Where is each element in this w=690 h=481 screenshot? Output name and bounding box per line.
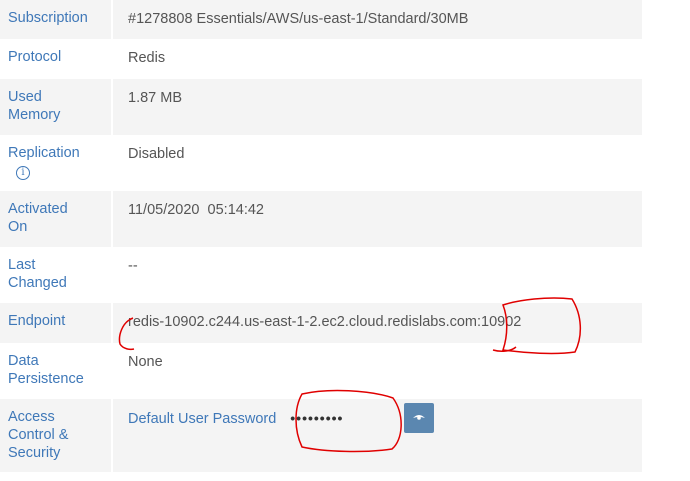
eye-icon	[413, 415, 425, 420]
row-access-control: Access Control & Security Default User P…	[0, 399, 642, 472]
database-details-table: Subscription #1278808 Essentials/AWS/us-…	[0, 0, 642, 472]
subscription-label: Subscription	[0, 0, 113, 39]
last-changed-label: Last Changed	[0, 247, 113, 303]
replication-value: Disabled	[113, 135, 642, 191]
used-memory-label: Used Memory	[0, 79, 113, 135]
row-activated-on: Activated On 11/05/2020 05:14:42	[0, 191, 642, 247]
activated-on-label: Activated On	[0, 191, 113, 247]
protocol-label: Protocol	[0, 39, 113, 79]
default-user-password-label: Default User Password	[128, 411, 277, 427]
row-last-changed: Last Changed --	[0, 247, 642, 303]
endpoint-label: Endpoint	[0, 303, 113, 343]
last-changed-value: --	[113, 247, 642, 303]
replication-label: Replication	[8, 145, 80, 161]
subscription-value: #1278808 Essentials/AWS/us-east-1/Standa…	[113, 0, 642, 39]
data-persistence-value: None	[113, 343, 642, 399]
used-memory-value: 1.87 MB	[113, 79, 642, 135]
access-control-value: Default User Password •••••••••	[113, 399, 642, 472]
password-masked-value: •••••••••	[290, 410, 344, 426]
data-persistence-label: Data Persistence	[0, 343, 113, 399]
endpoint-value: redis-10902.c244.us-east-1-2.ec2.cloud.r…	[113, 303, 642, 343]
protocol-value: Redis	[113, 39, 642, 79]
row-used-memory: Used Memory 1.87 MB	[0, 79, 642, 135]
row-subscription: Subscription #1278808 Essentials/AWS/us-…	[0, 0, 642, 39]
row-endpoint: Endpoint redis-10902.c244.us-east-1-2.ec…	[0, 303, 642, 343]
reveal-password-button[interactable]	[404, 403, 434, 433]
activated-on-value: 11/05/2020 05:14:42	[113, 191, 642, 247]
access-control-label: Access Control & Security	[0, 399, 113, 472]
replication-label-cell: Replication i	[0, 135, 113, 191]
row-replication: Replication i Disabled	[0, 135, 642, 191]
row-data-persistence: Data Persistence None	[0, 343, 642, 399]
row-protocol: Protocol Redis	[0, 39, 642, 79]
info-circle-icon[interactable]: i	[16, 166, 30, 180]
